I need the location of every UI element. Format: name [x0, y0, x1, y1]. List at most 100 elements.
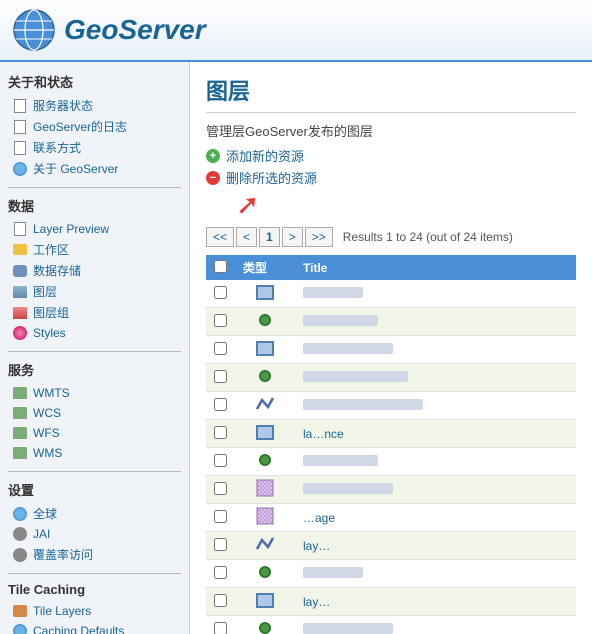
type-cell	[235, 336, 295, 364]
row-checkbox[interactable]	[214, 426, 227, 439]
table-row	[206, 280, 576, 308]
table-row: …age	[206, 504, 576, 532]
sidebar-item-label: JAI	[33, 527, 50, 541]
table-header-row: 类型 Title	[206, 255, 576, 280]
folder-icon	[12, 242, 28, 258]
delete-resource-action[interactable]: − 删除所选的资源	[206, 168, 576, 187]
title-cell[interactable]: lay…	[295, 532, 576, 560]
sidebar-item-label: 图层组	[33, 304, 69, 321]
geoserver-logo	[12, 8, 56, 52]
row-checkbox[interactable]	[214, 594, 227, 607]
sidebar-item-layers[interactable]: 图层	[8, 281, 181, 302]
sidebar-item-server-log[interactable]: GeoServer的日志	[8, 116, 181, 137]
page-subtitle: 管理层GeoServer发布的图层	[206, 121, 576, 140]
type-cell	[235, 560, 295, 588]
table-row	[206, 476, 576, 504]
page-icon	[12, 119, 28, 135]
title-cell[interactable]	[295, 364, 576, 392]
sidebar-item-label: WFS	[33, 426, 60, 440]
sidebar-item-label: 数据存储	[33, 262, 81, 279]
row-checkbox[interactable]	[214, 342, 227, 355]
row-checkbox[interactable]	[214, 566, 227, 579]
sidebar-item-wcs[interactable]: WCS	[8, 403, 181, 423]
sidebar-item-jai[interactable]: JAI	[8, 524, 181, 544]
sidebar-item-styles[interactable]: Styles	[8, 323, 181, 343]
row-checkbox[interactable]	[214, 622, 227, 634]
current-page-button[interactable]: 1	[259, 227, 280, 247]
last-page-button[interactable]: >>	[305, 227, 333, 247]
page-icon	[12, 221, 28, 237]
prev-page-button[interactable]: <	[236, 227, 257, 247]
type-cell	[235, 504, 295, 532]
sidebar-item-global[interactable]: 全球	[8, 503, 181, 524]
sidebar-item-wms[interactable]: WMS	[8, 443, 181, 463]
title-cell[interactable]: …age	[295, 504, 576, 532]
row-checkbox[interactable]	[214, 482, 227, 495]
sidebar-item-label: WCS	[33, 406, 61, 420]
sidebar-item-about[interactable]: 关于 GeoServer	[8, 158, 181, 179]
type-cell	[235, 280, 295, 308]
section-title-settings: 设置	[8, 480, 181, 499]
layergroup-icon	[12, 305, 28, 321]
first-page-button[interactable]: <<	[206, 227, 234, 247]
sidebar-item-label: WMTS	[33, 386, 70, 400]
pagination-info: Results 1 to 24 (out of 24 items)	[343, 230, 513, 244]
sidebar-item-label: 全球	[33, 505, 57, 522]
sidebar-item-label: GeoServer的日志	[33, 118, 127, 135]
add-icon: +	[206, 149, 220, 163]
table-header-checkbox	[206, 255, 235, 280]
sidebar-item-datastore[interactable]: 数据存储	[8, 260, 181, 281]
sidebar-item-layer-preview[interactable]: Layer Preview	[8, 219, 181, 239]
add-resource-action[interactable]: + 添加新的资源	[206, 146, 576, 165]
table-row	[206, 448, 576, 476]
sidebar-item-coverage-access[interactable]: 覆盖率访问	[8, 544, 181, 565]
title-cell[interactable]: la…nce	[295, 420, 576, 448]
row-checkbox[interactable]	[214, 314, 227, 327]
row-checkbox[interactable]	[214, 454, 227, 467]
table-row	[206, 560, 576, 588]
title-cell[interactable]	[295, 476, 576, 504]
type-cell	[235, 420, 295, 448]
title-cell[interactable]	[295, 308, 576, 336]
title-cell[interactable]	[295, 448, 576, 476]
row-checkbox[interactable]	[214, 510, 227, 523]
section-title-about: 关于和状态	[8, 72, 181, 91]
sidebar-item-wmts[interactable]: WMTS	[8, 383, 181, 403]
table-row	[206, 308, 576, 336]
styles-icon	[12, 325, 28, 341]
sidebar-item-label: 覆盖率访问	[33, 546, 93, 563]
row-checkbox[interactable]	[214, 370, 227, 383]
type-cell	[235, 448, 295, 476]
sidebar-divider	[8, 187, 181, 188]
table-row	[206, 392, 576, 420]
sidebar-section-about: 关于和状态 服务器状态 GeoServer的日志 联系方式 关于 GeoServ…	[8, 72, 181, 179]
sidebar-item-caching-defaults[interactable]: Caching Defaults	[8, 621, 181, 634]
sidebar-section-services: 服务 WMTS WCS WFS WMS	[8, 360, 181, 463]
page-title: 图层	[206, 74, 576, 113]
sidebar-item-wfs[interactable]: WFS	[8, 423, 181, 443]
row-checkbox[interactable]	[214, 538, 227, 551]
title-cell[interactable]	[295, 336, 576, 364]
delete-icon: −	[206, 171, 220, 185]
title-cell[interactable]	[295, 392, 576, 420]
table-row	[206, 616, 576, 634]
sidebar-item-contact[interactable]: 联系方式	[8, 137, 181, 158]
title-cell[interactable]	[295, 560, 576, 588]
next-page-button[interactable]: >	[282, 227, 303, 247]
sidebar-item-workspace[interactable]: 工作区	[8, 239, 181, 260]
sidebar-item-tile-layers[interactable]: Tile Layers	[8, 601, 181, 621]
row-checkbox[interactable]	[214, 286, 227, 299]
service-icon	[12, 445, 28, 461]
page-icon	[12, 140, 28, 156]
sidebar-item-layergroups[interactable]: 图层组	[8, 302, 181, 323]
title-cell[interactable]: lay…	[295, 588, 576, 616]
sidebar-item-server-status[interactable]: 服务器状态	[8, 95, 181, 116]
title-cell[interactable]	[295, 616, 576, 634]
row-checkbox[interactable]	[214, 398, 227, 411]
table-row: lay…	[206, 588, 576, 616]
cog-icon	[12, 526, 28, 542]
title-cell[interactable]	[295, 280, 576, 308]
pagination: << < 1 > >> Results 1 to 24 (out of 24 i…	[206, 227, 576, 247]
cog-icon	[12, 547, 28, 563]
select-all-checkbox[interactable]	[214, 260, 227, 273]
